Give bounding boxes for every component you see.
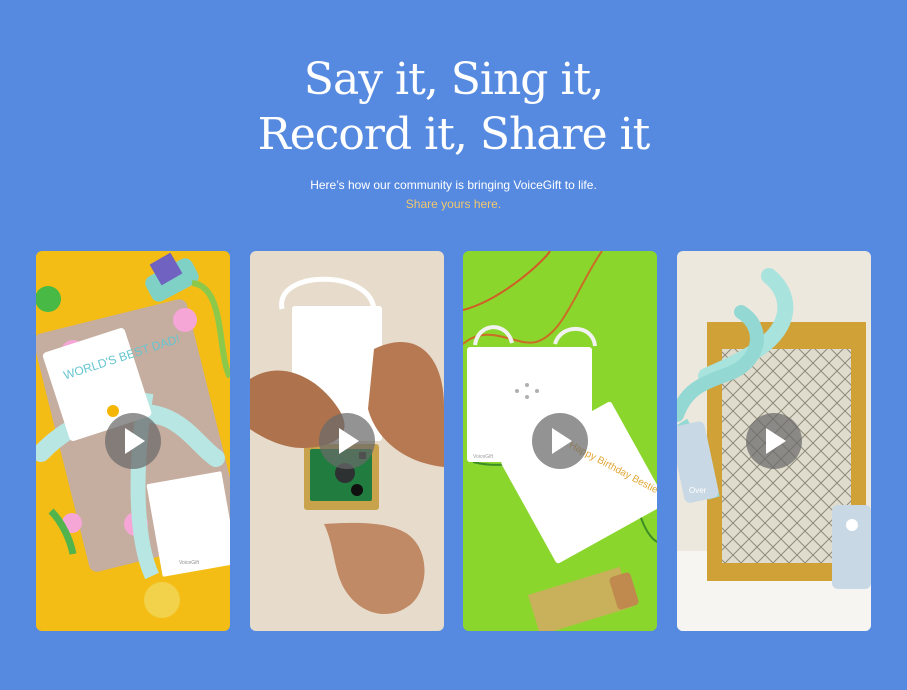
section-heading: Say it, Sing it, Record it, Share it xyxy=(0,52,907,162)
play-icon[interactable] xyxy=(532,413,588,469)
voicegift-tag-text: VoiceGift xyxy=(473,454,494,460)
play-icon[interactable] xyxy=(746,413,802,469)
video-card-2[interactable] xyxy=(250,251,444,631)
device-label-text: Over xyxy=(689,486,707,495)
share-yours-link[interactable]: Share yours here. xyxy=(0,197,907,211)
voicegift-community-section: Say it, Sing it, Record it, Share it Her… xyxy=(0,0,907,690)
section-heading-line-2: Record it, Share it xyxy=(257,109,651,160)
video-card-1[interactable]: WORLD'S BEST DAD! VoiceGift xyxy=(36,251,230,631)
section-subtitle: Here’s how our community is bringing Voi… xyxy=(310,178,597,192)
video-card-4[interactable]: Over xyxy=(677,251,871,631)
voicegift-tag-text: VoiceGift xyxy=(179,560,200,566)
play-icon[interactable] xyxy=(105,413,161,469)
section-heading-line-1: Say it, Sing it, xyxy=(303,54,604,105)
video-card-3[interactable]: VoiceGift Happy Birthday Bestie xyxy=(463,251,657,631)
play-icon[interactable] xyxy=(319,413,375,469)
